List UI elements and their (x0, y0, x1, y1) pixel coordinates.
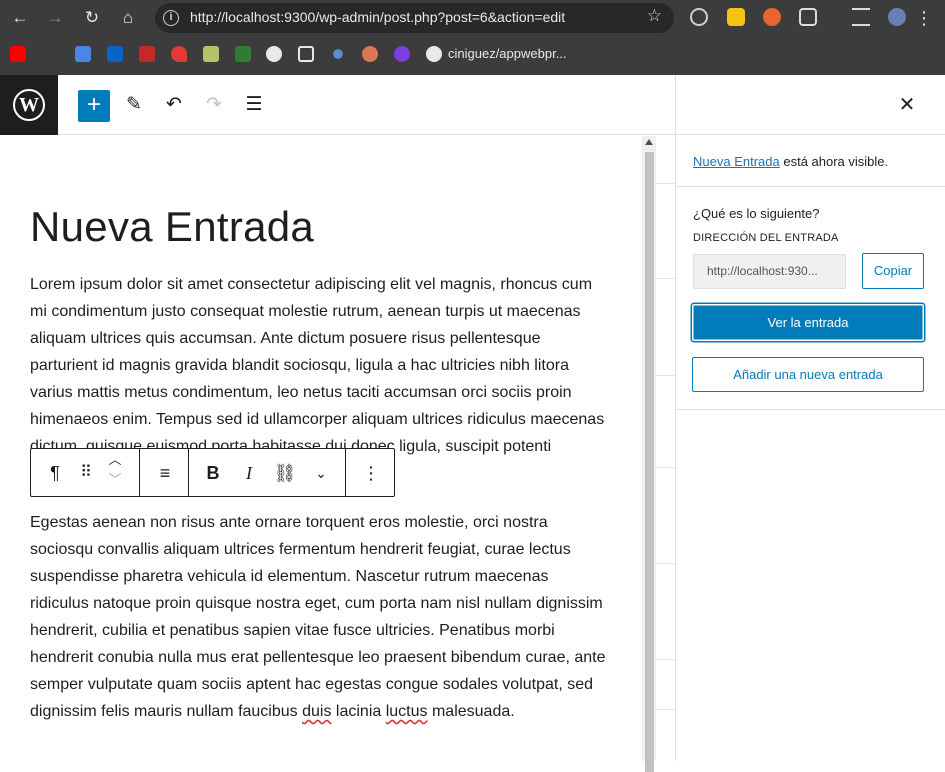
github-repo-bookmark-icon[interactable] (426, 46, 442, 62)
wordpress-logo-button[interactable]: W (0, 75, 58, 135)
panel-divider (676, 186, 945, 187)
add-new-post-button[interactable]: Añadir una nueva entrada (692, 357, 924, 392)
translate-bookmark-icon[interactable] (75, 46, 91, 62)
github-repo-bookmark[interactable]: ciniguez/appwebpr... (448, 46, 567, 61)
paragraph-text: lacinia (331, 703, 386, 720)
canva-bookmark-icon[interactable] (394, 46, 410, 62)
gutter-divider (656, 278, 675, 279)
editor-canvas: Nueva Entrada Lorem ipsum dolor sit amet… (0, 136, 642, 761)
post-link[interactable]: Nueva Entrada (693, 154, 780, 169)
bookmark-star-icon[interactable]: ☆ (647, 6, 662, 26)
canvas-gutter (656, 136, 675, 761)
misspelled-word[interactable]: luctus (386, 703, 428, 720)
w-bookmark-icon[interactable] (235, 46, 251, 62)
toolbar-divider (188, 449, 189, 496)
forward-icon[interactable]: → (43, 6, 67, 30)
address-label: DIRECCIÓN DEL ENTRADA (693, 232, 839, 244)
media-control-icon[interactable] (852, 8, 870, 26)
wp-editor: W + ✎ ↶ ↷ ☰ Nueva Entrada Lorem ipsum do… (0, 75, 945, 772)
bold-button[interactable]: B (199, 459, 227, 487)
block-options-icon[interactable]: ⋮ (357, 459, 385, 487)
bookmarks-bar: ciniguez/appwebpr... (0, 36, 945, 75)
italic-button[interactable]: I (235, 459, 263, 487)
home-icon[interactable]: ⌂ (116, 6, 140, 30)
extensions-puzzle-icon[interactable] (799, 8, 817, 26)
green-bookmark-icon[interactable] (203, 46, 219, 62)
paragraph-text: malesuada. (427, 703, 515, 720)
openai-extension-icon[interactable] (690, 8, 708, 26)
gutter-divider (656, 563, 675, 564)
next-steps-heading: ¿Qué es lo siguiente? (693, 206, 820, 221)
heart-bookmark-icon[interactable] (171, 46, 187, 62)
editor-top-toolbar: + ✎ ↶ ↷ ☰ (58, 75, 675, 135)
block-toolbar: ¶ ⠿ ︿ ﹀ ≡ B I ⛓ ⌄ ⋮ (30, 448, 395, 497)
wordpress-logo-icon: W (13, 89, 45, 121)
published-notice: Nueva Entrada está ahora visible. (693, 154, 888, 169)
panel-divider (676, 409, 945, 410)
move-down-icon[interactable]: ﹀ (103, 473, 127, 501)
post-title[interactable]: Nueva Entrada (30, 203, 314, 251)
gutter-divider (656, 709, 675, 710)
yellow-extension-icon[interactable] (727, 8, 745, 26)
paragraph-block[interactable]: Egestas aenean non risus ante ornare tor… (30, 509, 610, 725)
redo-icon[interactable]: ↷ (200, 91, 228, 119)
canvas-scrollbar[interactable] (642, 136, 656, 772)
profile-avatar-icon[interactable] (888, 8, 906, 26)
toolbar-divider (139, 449, 140, 496)
link-icon[interactable]: ⛓ (271, 459, 299, 487)
site-info-icon[interactable]: i (163, 10, 179, 26)
document-overview-icon[interactable]: ☰ (240, 91, 268, 119)
red-bookmark-icon[interactable] (139, 46, 155, 62)
notice-text: está ahora visible. (779, 154, 889, 169)
gutter-divider (656, 375, 675, 376)
github-bookmark-icon[interactable] (266, 46, 282, 62)
view-post-button[interactable]: Ver la entrada (692, 304, 924, 341)
back-icon[interactable]: ← (8, 6, 32, 30)
gutter-divider (656, 659, 675, 660)
misspelled-word[interactable]: duis (302, 703, 331, 720)
align-text-icon[interactable]: ≡ (151, 459, 179, 487)
gutter-divider (656, 467, 675, 468)
outlook-bookmark-icon[interactable] (107, 46, 123, 62)
post-publish-panel: ✕ Nueva Entrada está ahora visible. ¿Qué… (675, 75, 945, 761)
search-bookmark-icon[interactable] (333, 49, 343, 59)
claude-bookmark-icon[interactable] (362, 46, 378, 62)
paragraph-text: Egestas aenean non risus ante ornare tor… (30, 514, 606, 720)
copy-button[interactable]: Copiar (862, 253, 924, 289)
browser-nav-row: ← → ↻ ⌂ i http://localhost:9300/wp-admin… (0, 0, 945, 36)
post-address-field[interactable]: http://localhost:930... (693, 254, 846, 289)
youtube-bookmark-icon[interactable] (10, 46, 26, 62)
browser-menu-icon[interactable]: ⋮ (912, 6, 936, 30)
edit-tool-pencil-icon[interactable]: ✎ (120, 91, 148, 119)
paragraph-block-icon[interactable]: ¶ (41, 459, 69, 487)
gutter-divider (656, 183, 675, 184)
reload-icon[interactable]: ↻ (80, 6, 104, 30)
address-url[interactable]: http://localhost:9300/wp-admin/post.php?… (190, 9, 565, 25)
add-block-button[interactable]: + (78, 90, 110, 122)
address-bar[interactable]: i http://localhost:9300/wp-admin/post.ph… (155, 3, 674, 33)
drag-handle-icon[interactable]: ⠿ (75, 459, 95, 487)
scrollbar-thumb[interactable] (645, 152, 654, 772)
toolbar-divider (345, 449, 346, 496)
browser-chrome: ← → ↻ ⌂ i http://localhost:9300/wp-admin… (0, 0, 945, 75)
panel-header: ✕ (676, 75, 945, 135)
chatgpt-bookmark-icon[interactable] (298, 46, 314, 62)
orange-extension-icon[interactable] (763, 8, 781, 26)
undo-icon[interactable]: ↶ (160, 91, 188, 119)
scroll-up-arrow-icon[interactable] (645, 139, 653, 145)
more-formatting-chevron-icon[interactable]: ⌄ (307, 459, 335, 487)
close-icon[interactable]: ✕ (895, 93, 919, 117)
